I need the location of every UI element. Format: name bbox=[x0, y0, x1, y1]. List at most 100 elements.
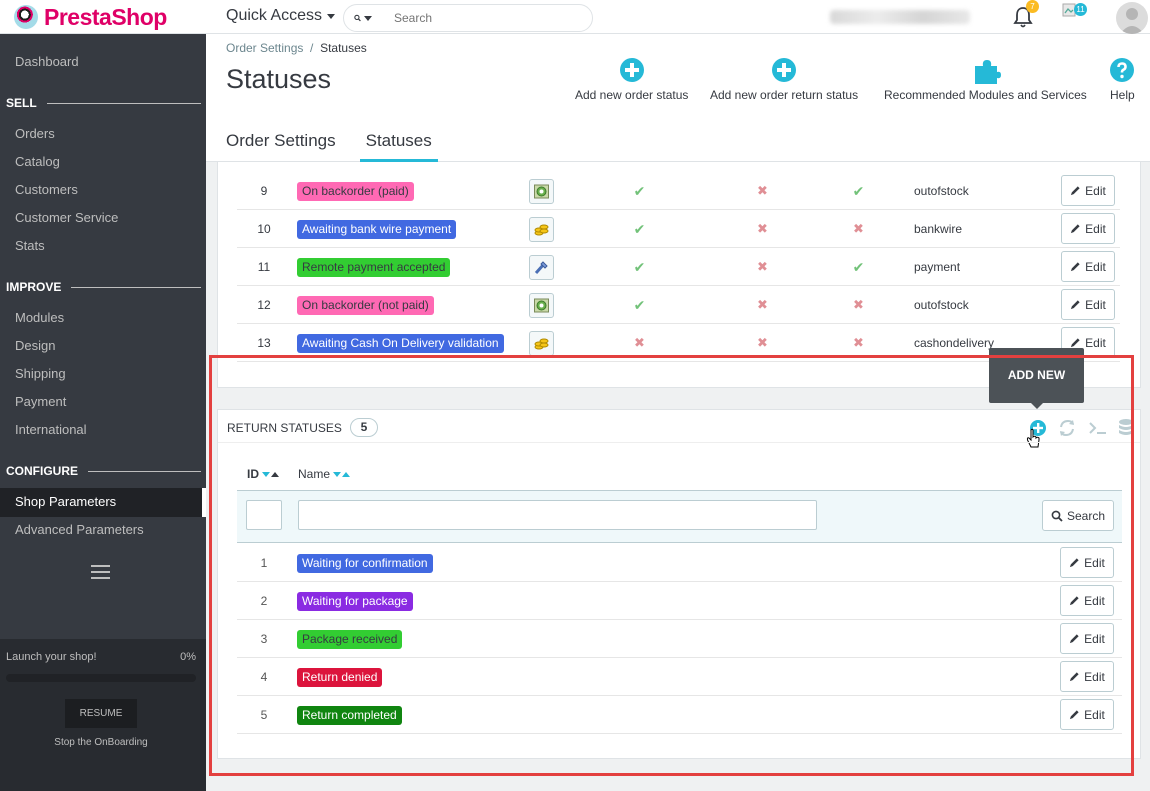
help-button[interactable]: Help bbox=[1110, 58, 1135, 102]
edit-button[interactable]: Edit bbox=[1060, 661, 1114, 692]
cross-icon[interactable]: ✖ bbox=[853, 297, 864, 313]
coins-icon bbox=[529, 216, 554, 242]
orders-badge: 11 bbox=[1074, 3, 1087, 16]
sidebar-item-stats[interactable]: Stats bbox=[15, 236, 45, 256]
tab-statuses[interactable]: Statuses bbox=[359, 131, 438, 162]
tab-order-settings[interactable]: Order Settings bbox=[226, 131, 336, 162]
edit-button[interactable]: Edit bbox=[1060, 585, 1114, 616]
search-bar[interactable] bbox=[343, 4, 593, 32]
invoice-toggle[interactable]: ✔ bbox=[846, 172, 871, 210]
template-name: outofstock bbox=[914, 184, 969, 198]
recommended-modules-button[interactable]: Recommended Modules and Services bbox=[884, 58, 1087, 102]
breadcrumb-parent[interactable]: Order Settings bbox=[226, 41, 303, 55]
search-input[interactable] bbox=[394, 11, 574, 25]
stop-onboarding-link[interactable]: Stop the OnBoarding bbox=[0, 737, 202, 748]
delivery-toggle[interactable]: ✖ bbox=[750, 286, 775, 324]
sidebar-item-catalog[interactable]: Catalog bbox=[15, 152, 60, 172]
sidebar-item-customers[interactable]: Customers bbox=[15, 180, 78, 200]
search-icon[interactable] bbox=[354, 12, 372, 24]
edit-button[interactable]: Edit bbox=[1061, 289, 1115, 320]
quick-access-dropdown[interactable]: Quick Access bbox=[226, 7, 336, 25]
sort-icon[interactable] bbox=[333, 471, 351, 477]
edit-button[interactable]: Edit bbox=[1061, 213, 1115, 244]
invoice-toggle[interactable]: ✖ bbox=[846, 210, 871, 248]
table-row: 11 Remote payment accepted ✔ ✖ ✔ payment Edit bbox=[237, 248, 1120, 286]
status-id: 9 bbox=[260, 184, 268, 198]
status-icon bbox=[529, 286, 554, 324]
check-icon[interactable]: ✔ bbox=[634, 221, 646, 238]
cross-icon[interactable]: ✖ bbox=[853, 335, 864, 351]
cross-icon[interactable]: ✖ bbox=[757, 259, 768, 275]
sidebar-item-advanced-parameters[interactable]: Advanced Parameters bbox=[15, 520, 144, 540]
edit-button[interactable]: Edit bbox=[1060, 623, 1114, 654]
edit-button[interactable]: Edit bbox=[1060, 699, 1114, 730]
send-email-toggle[interactable]: ✖ bbox=[627, 324, 652, 362]
sidebar-item-international[interactable]: International bbox=[15, 420, 87, 440]
sidebar-item-modules[interactable]: Modules bbox=[15, 308, 64, 328]
sidebar-item-payment[interactable]: Payment bbox=[15, 392, 66, 412]
menu-toggle-icon[interactable] bbox=[91, 565, 110, 583]
heading-divider bbox=[218, 442, 1140, 443]
invoice-toggle[interactable]: ✔ bbox=[846, 248, 871, 286]
delivery-toggle[interactable]: ✖ bbox=[750, 324, 775, 362]
sidebar-item-customer-service[interactable]: Customer Service bbox=[15, 208, 118, 228]
search-button[interactable]: Search bbox=[1042, 500, 1114, 531]
resume-button[interactable]: RESUME bbox=[65, 699, 137, 728]
chevron-down-icon bbox=[364, 15, 372, 21]
sidebar-section-configure: CONFIGURE bbox=[6, 464, 201, 478]
refresh-icon[interactable] bbox=[1057, 418, 1077, 438]
puzzle-icon bbox=[973, 58, 1002, 84]
return-status-id: 2 bbox=[260, 594, 268, 608]
sidebar-section-improve: IMPROVE bbox=[6, 280, 201, 294]
add-return-status-button[interactable]: Add new order return status bbox=[710, 58, 858, 102]
id-filter-input[interactable] bbox=[246, 500, 282, 530]
sidebar-item-shop-parameters[interactable]: Shop Parameters bbox=[0, 488, 206, 517]
return-statuses-panel: RETURN STATUSES 5 ID Name Search 1 Waitin… bbox=[217, 409, 1141, 759]
sidebar-item-design[interactable]: Design bbox=[15, 336, 55, 356]
sql-query-icon[interactable] bbox=[1087, 418, 1109, 438]
check-icon[interactable]: ✔ bbox=[853, 259, 865, 276]
cross-icon[interactable]: ✖ bbox=[757, 297, 768, 313]
shop-name-blurred bbox=[830, 10, 970, 24]
send-email-toggle[interactable]: ✔ bbox=[627, 286, 652, 324]
delivery-toggle[interactable]: ✖ bbox=[750, 210, 775, 248]
breadcrumb: Order Settings / Statuses bbox=[226, 41, 367, 55]
panel-heading: RETURN STATUSES 5 bbox=[227, 418, 378, 437]
database-icon[interactable] bbox=[1117, 418, 1135, 438]
cross-icon[interactable]: ✖ bbox=[853, 221, 864, 237]
check-icon[interactable]: ✔ bbox=[634, 183, 646, 200]
plus-circle-icon bbox=[772, 58, 797, 82]
cross-icon[interactable]: ✖ bbox=[634, 335, 645, 351]
column-header-name[interactable]: Name bbox=[298, 467, 351, 481]
table-row: 13 Awaiting Cash On Delivery validation ✖ ✖… bbox=[237, 324, 1120, 362]
cross-icon[interactable]: ✖ bbox=[757, 335, 768, 351]
tooltip-arrow bbox=[1031, 403, 1043, 409]
onboarding-progress-text: 0% bbox=[180, 651, 196, 663]
sidebar: Dashboard SELL Orders Catalog Customers … bbox=[0, 34, 206, 791]
avatar[interactable] bbox=[1116, 2, 1148, 34]
send-email-toggle[interactable]: ✔ bbox=[627, 248, 652, 286]
edit-button[interactable]: Edit bbox=[1060, 547, 1114, 578]
check-icon[interactable]: ✔ bbox=[634, 259, 646, 276]
sidebar-item-dashboard[interactable]: Dashboard bbox=[15, 52, 79, 72]
sidebar-item-shipping[interactable]: Shipping bbox=[15, 364, 66, 384]
check-icon[interactable]: ✔ bbox=[853, 183, 865, 200]
sort-icon[interactable] bbox=[262, 471, 279, 477]
cross-icon[interactable]: ✖ bbox=[757, 183, 768, 199]
column-header-id[interactable]: ID bbox=[247, 467, 279, 481]
check-icon[interactable]: ✔ bbox=[634, 297, 646, 314]
invoice-toggle[interactable]: ✖ bbox=[846, 286, 871, 324]
edit-button[interactable]: Edit bbox=[1061, 175, 1115, 206]
send-email-toggle[interactable]: ✔ bbox=[627, 210, 652, 248]
send-email-toggle[interactable]: ✔ bbox=[627, 172, 652, 210]
invoice-toggle[interactable]: ✖ bbox=[846, 324, 871, 362]
delivery-toggle[interactable]: ✖ bbox=[750, 172, 775, 210]
cross-icon[interactable]: ✖ bbox=[757, 221, 768, 237]
sidebar-item-orders[interactable]: Orders bbox=[15, 124, 55, 144]
prestashop-logo[interactable]: PrestaShop bbox=[14, 4, 167, 30]
breadcrumb-current: Statuses bbox=[320, 41, 367, 55]
delivery-toggle[interactable]: ✖ bbox=[750, 248, 775, 286]
add-order-status-button[interactable]: Add new order status bbox=[575, 58, 688, 102]
name-filter-input[interactable] bbox=[298, 500, 817, 530]
edit-button[interactable]: Edit bbox=[1061, 251, 1115, 282]
